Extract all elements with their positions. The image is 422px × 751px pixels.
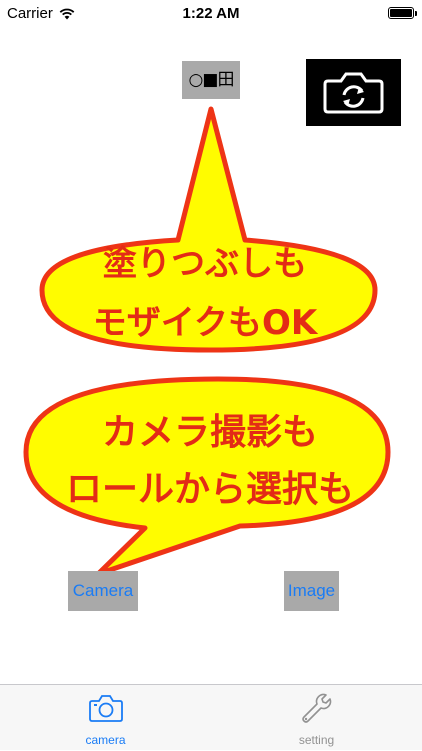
tab-camera-label: camera <box>85 733 126 747</box>
bottom-bubble-line-2: ロールから選択も <box>65 469 354 510</box>
camera-button[interactable]: Camera <box>68 571 138 611</box>
tab-setting[interactable]: setting <box>211 685 422 751</box>
tab-camera[interactable]: camera <box>0 685 211 751</box>
tab-setting-label: setting <box>298 733 335 747</box>
bottom-bubble-line-1: カメラ撮影も <box>101 412 318 453</box>
tab-bar: camera setting <box>0 684 422 750</box>
camera-icon <box>88 695 123 722</box>
wrench-icon <box>301 693 331 723</box>
top-bubble-line-2: モザイクもOK <box>92 303 318 343</box>
image-button[interactable]: Image <box>284 571 339 611</box>
top-bubble-line-1: 塗りつぶしも <box>102 244 308 284</box>
